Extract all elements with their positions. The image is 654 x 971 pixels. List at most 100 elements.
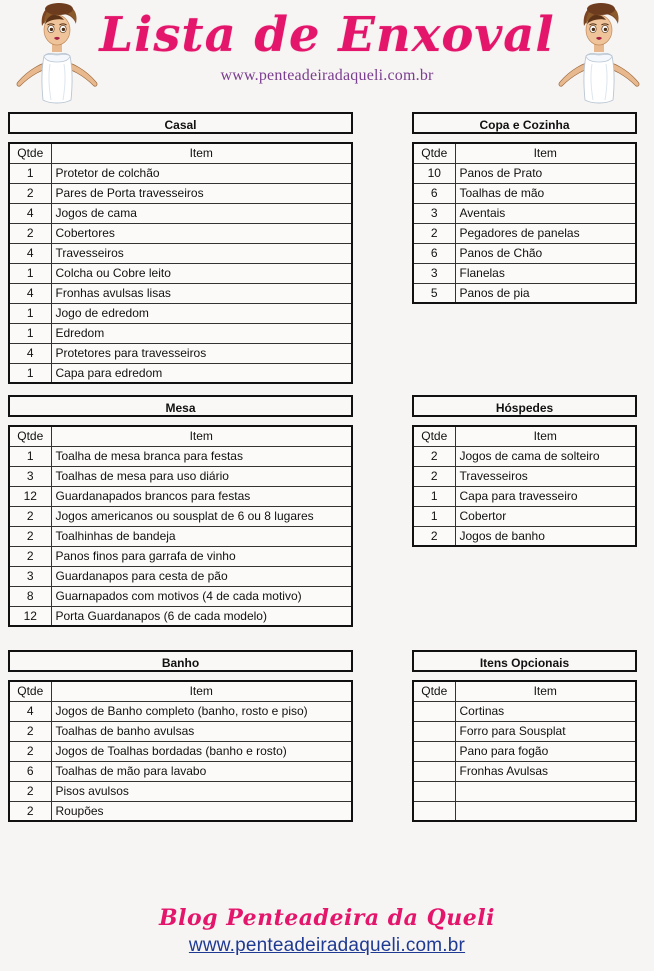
cell-qtde[interactable]: 1 xyxy=(8,445,52,467)
cell-qtde[interactable]: 2 xyxy=(8,505,52,527)
cell-qtde[interactable]: 2 xyxy=(8,740,52,762)
cell-qtde[interactable]: 1 xyxy=(412,485,456,507)
cell-item[interactable]: Jogos de cama de solteiro xyxy=(454,445,637,467)
cell-item[interactable]: Jogos de cama xyxy=(50,202,353,224)
cell-item[interactable]: Colcha ou Cobre leito xyxy=(50,262,353,284)
cell-item[interactable]: Toalhas de banho avulsas xyxy=(50,720,353,742)
cell-qtde[interactable] xyxy=(412,740,456,762)
footer-site-url[interactable]: www.penteadeiradaqueli.com.br xyxy=(0,933,654,959)
cell-item[interactable]: Capa para edredom xyxy=(50,362,353,384)
cell-qtde[interactable]: 4 xyxy=(8,202,52,224)
cell-qtde[interactable]: 1 xyxy=(412,505,456,527)
cell-qtde[interactable]: 2 xyxy=(412,445,456,467)
cell-qtde[interactable] xyxy=(412,780,456,802)
cell-item[interactable]: Flanelas xyxy=(454,262,637,284)
cell-item[interactable] xyxy=(454,800,637,822)
cell-qtde[interactable]: 1 xyxy=(8,302,52,324)
cell-item[interactable]: Protetores para travesseiros xyxy=(50,342,353,364)
cell-item[interactable]: Fronhas Avulsas xyxy=(454,760,637,782)
page-title: Lista de Enxoval xyxy=(99,7,555,63)
cell-item[interactable]: Jogos de Toalhas bordadas (banho e rosto… xyxy=(50,740,353,762)
cell-item[interactable]: Jogos americanos ou sousplat de 6 ou 8 l… xyxy=(50,505,353,527)
table-row: 2 Jogos de Toalhas bordadas (banho e rost… xyxy=(8,740,353,762)
cell-item[interactable]: Toalha de mesa branca para festas xyxy=(50,445,353,467)
cell-item[interactable]: Panos de Chão xyxy=(454,242,637,264)
cell-item[interactable]: Fronhas avulsas lisas xyxy=(50,282,353,304)
cell-item[interactable]: Pano para fogão xyxy=(454,740,637,762)
cell-item[interactable]: Guardanapos para cesta de pão xyxy=(50,565,353,587)
table-row: 1 Colcha ou Cobre leito xyxy=(8,262,353,284)
footer-blog-name: Blog Penteadeira da Queli xyxy=(159,905,495,931)
cell-qtde[interactable]: 3 xyxy=(412,262,456,284)
cell-qtde[interactable]: 1 xyxy=(8,262,52,284)
cell-item[interactable]: Cobertor xyxy=(454,505,637,527)
cell-qtde[interactable]: 6 xyxy=(412,182,456,204)
cell-qtde[interactable] xyxy=(412,700,456,722)
cell-qtde[interactable]: 3 xyxy=(412,202,456,224)
cell-item[interactable]: Travesseiros xyxy=(50,242,353,264)
cell-item[interactable]: Capa para travesseiro xyxy=(454,485,637,507)
cell-item[interactable]: Toalhas de mão para lavabo xyxy=(50,760,353,782)
cell-qtde[interactable]: 2 xyxy=(8,222,52,244)
cell-qtde[interactable]: 2 xyxy=(8,780,52,802)
cell-qtde[interactable] xyxy=(412,800,456,822)
cell-qtde[interactable]: 8 xyxy=(8,585,52,607)
cell-item[interactable]: Edredom xyxy=(50,322,353,344)
cell-item[interactable]: Toalhas de mesa para uso diário xyxy=(50,465,353,487)
cell-qtde[interactable]: 12 xyxy=(8,485,52,507)
cell-qtde[interactable]: 4 xyxy=(8,342,52,364)
cell-qtde[interactable]: 3 xyxy=(8,565,52,587)
cell-qtde[interactable]: 2 xyxy=(8,182,52,204)
cell-qtde[interactable]: 2 xyxy=(8,545,52,567)
cell-qtde[interactable]: 2 xyxy=(412,222,456,244)
cell-qtde[interactable]: 2 xyxy=(412,525,456,547)
cell-qtde[interactable]: 2 xyxy=(412,465,456,487)
table-row: 2 Travesseiros xyxy=(412,465,637,487)
cell-item[interactable]: Porta Guardanapos (6 de cada modelo) xyxy=(50,605,353,627)
cell-item[interactable]: Jogos de Banho completo (banho, rosto e … xyxy=(50,700,353,722)
cell-qtde[interactable]: 1 xyxy=(8,362,52,384)
cell-qtde[interactable]: 1 xyxy=(8,162,52,184)
cell-item[interactable]: Guardanapados brancos para festas xyxy=(50,485,353,507)
cell-qtde[interactable]: 2 xyxy=(8,720,52,742)
cell-qtde[interactable]: 4 xyxy=(8,282,52,304)
column-header-item: Item xyxy=(50,142,353,164)
cell-qtde[interactable]: 1 xyxy=(8,322,52,344)
cell-qtde[interactable]: 2 xyxy=(8,525,52,547)
cell-item[interactable] xyxy=(454,780,637,802)
cell-item[interactable]: Forro para Sousplat xyxy=(454,720,637,742)
cell-item[interactable]: Toalhinhas de bandeja xyxy=(50,525,353,547)
cell-qtde[interactable] xyxy=(412,720,456,742)
cell-item[interactable]: Panos de Prato xyxy=(454,162,637,184)
cell-item[interactable]: Travesseiros xyxy=(454,465,637,487)
header-site-url: www.penteadeiradaqueli.com.br xyxy=(220,67,434,84)
cell-qtde[interactable]: 4 xyxy=(8,700,52,722)
cell-item[interactable]: Pegadores de panelas xyxy=(454,222,637,244)
cell-item[interactable]: Toalhas de mão xyxy=(454,182,637,204)
cell-qtde[interactable]: 6 xyxy=(8,760,52,782)
cell-item[interactable]: Guarnapados com motivos (4 de cada motiv… xyxy=(50,585,353,607)
cell-item[interactable]: Jogo de edredom xyxy=(50,302,353,324)
cell-item[interactable]: Protetor de colchão xyxy=(50,162,353,184)
table-row: 6 Toalhas de mão xyxy=(412,182,637,204)
cell-qtde[interactable]: 6 xyxy=(412,242,456,264)
cell-item[interactable]: Cortinas xyxy=(454,700,637,722)
bride-illustration-right xyxy=(558,3,640,104)
cell-qtde[interactable]: 5 xyxy=(412,282,456,304)
cell-item[interactable]: Cobertores xyxy=(50,222,353,244)
cell-item[interactable]: Roupões xyxy=(50,800,353,822)
cell-item[interactable]: Jogos de banho xyxy=(454,525,637,547)
cell-qtde[interactable]: 12 xyxy=(8,605,52,627)
checklist-sheet: Casal Qtde Item 1 Protetor de colchão 2 Pares … xyxy=(0,112,654,852)
cell-qtde[interactable]: 10 xyxy=(412,162,456,184)
cell-item[interactable]: Pares de Porta travesseiros xyxy=(50,182,353,204)
cell-qtde[interactable]: 3 xyxy=(8,465,52,487)
cell-qtde[interactable] xyxy=(412,760,456,782)
cell-item[interactable]: Panos de pia xyxy=(454,282,637,304)
cell-item[interactable]: Aventais xyxy=(454,202,637,224)
cell-item[interactable]: Panos finos para garrafa de vinho xyxy=(50,545,353,567)
section-copa-e-cozinha: Copa e Cozinha Qtde Item 10 Panos de Prato 6 T… xyxy=(412,112,637,304)
cell-item[interactable]: Pisos avulsos xyxy=(50,780,353,802)
cell-qtde[interactable]: 4 xyxy=(8,242,52,264)
cell-qtde[interactable]: 2 xyxy=(8,800,52,822)
